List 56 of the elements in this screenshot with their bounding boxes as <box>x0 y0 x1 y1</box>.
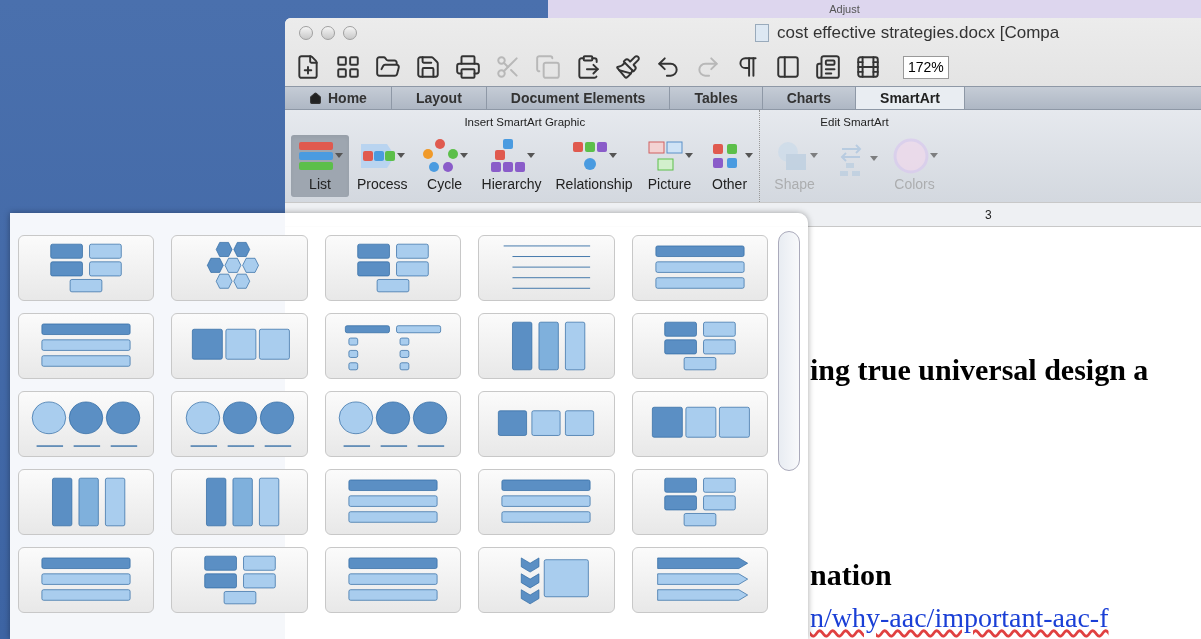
film-icon[interactable] <box>855 54 881 80</box>
process-button[interactable]: Process <box>351 135 414 198</box>
list-button[interactable]: List <box>291 135 349 198</box>
caret-icon <box>459 153 468 160</box>
ruler-number: 3 <box>985 206 992 224</box>
new-document-icon[interactable] <box>295 54 321 80</box>
caret-icon <box>397 153 406 160</box>
caret-icon <box>809 153 818 160</box>
ribbon-tab[interactable]: Layout <box>391 87 487 109</box>
colors-icon <box>891 138 930 175</box>
picture-button[interactable]: Picture <box>640 135 699 198</box>
caret-icon <box>929 153 938 160</box>
window-title: cost effective strategies.docx [Compa <box>777 22 1060 45</box>
grid-icon[interactable] <box>335 54 361 80</box>
ribbon-tab[interactable]: Tables <box>670 87 763 109</box>
hierarchy-icon <box>488 138 527 175</box>
other-button[interactable]: Other <box>700 135 759 198</box>
layout-option[interactable] <box>324 235 462 301</box>
window-control-button[interactable] <box>299 26 313 40</box>
brush-icon[interactable] <box>615 54 641 80</box>
ribbon-tab[interactable]: SmartArt <box>856 87 965 109</box>
document-icon <box>755 24 769 42</box>
caret-icon <box>869 156 878 163</box>
sidebar-icon[interactable] <box>775 54 801 80</box>
window-control-button[interactable] <box>321 26 335 40</box>
save-icon[interactable] <box>415 54 441 80</box>
ribbon-tab[interactable]: Home <box>285 87 392 109</box>
newspaper-icon[interactable] <box>815 54 841 80</box>
layout-option[interactable] <box>324 391 462 457</box>
hyperlink[interactable]: n/why-aac/important-aac-f <box>810 597 1201 639</box>
cycle-icon <box>421 138 460 175</box>
undo-icon[interactable] <box>655 54 681 80</box>
group-title: Insert SmartArt Graphic <box>464 115 586 130</box>
window-control-button[interactable] <box>343 26 357 40</box>
zoom-field[interactable]: 172% <box>903 55 949 79</box>
print-icon[interactable] <box>455 54 481 80</box>
clipboard-icon[interactable] <box>575 54 601 80</box>
scrollbar[interactable] <box>778 231 800 471</box>
caret-icon <box>526 153 535 160</box>
document-text: ing true universal design a <box>810 352 1150 388</box>
hierarchy-button[interactable]: Hierarchy <box>475 135 548 198</box>
document-text: nation <box>810 557 893 593</box>
caret-icon <box>744 153 753 160</box>
window-title: Adjust <box>829 3 860 17</box>
home-icon <box>309 91 322 105</box>
layout-option[interactable] <box>324 313 462 379</box>
layout-option[interactable] <box>324 469 462 535</box>
layout-option[interactable] <box>324 547 462 613</box>
caret-icon <box>335 153 343 160</box>
cycle-button[interactable]: Cycle <box>415 135 474 198</box>
group-title: Edit SmartArt <box>820 115 889 130</box>
folder-icon[interactable] <box>375 54 401 80</box>
ribbon-tab[interactable]: Document Elements <box>486 87 671 109</box>
caret-icon <box>684 153 693 160</box>
caret-icon <box>609 153 617 160</box>
relationship-button[interactable]: Relationship <box>549 135 639 198</box>
